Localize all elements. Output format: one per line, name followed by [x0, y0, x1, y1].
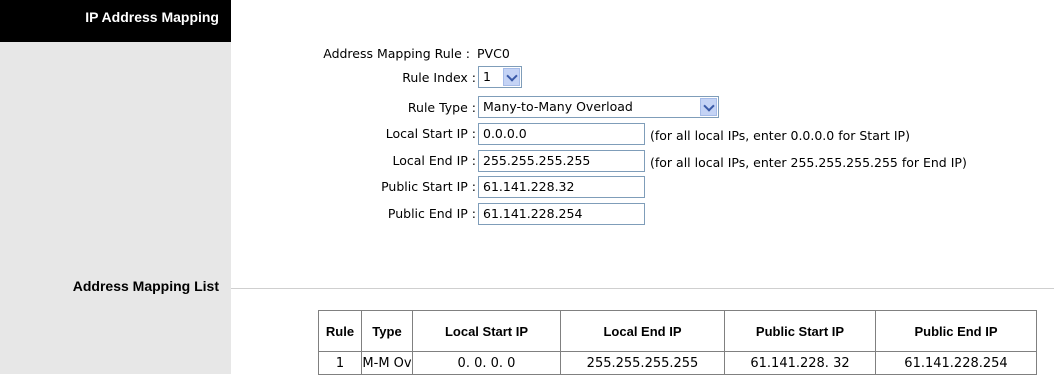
cell-local-start-ip: 0. 0. 0. 0 — [412, 351, 561, 375]
local-start-ip-field[interactable]: 0.0.0.0 — [478, 123, 645, 145]
rule-type-value: Many-to-Many Overload — [483, 99, 633, 114]
table-header-row: Rule Type Local Start IP Local End IP Pu… — [318, 310, 1037, 352]
col-header-public-start-ip: Public Start IP — [724, 310, 876, 352]
public-end-ip-label: Public End IP : — [387, 206, 476, 221]
sidebar: IP Address Mapping Address Mapping List — [0, 0, 231, 374]
section-title: IP Address Mapping — [85, 9, 219, 25]
local-start-ip-label: Local Start IP : — [385, 126, 476, 141]
cell-public-start-ip: 61.141.228. 32 — [724, 351, 876, 375]
public-start-ip-field[interactable]: 61.141.228.32 — [478, 176, 645, 198]
local-start-ip-hint: (for all local IPs, enter 0.0.0.0 for St… — [650, 128, 910, 143]
rule-type-select[interactable]: Many-to-Many Overload — [478, 96, 719, 118]
col-header-local-end-ip: Local End IP — [560, 310, 725, 352]
col-header-local-start-ip: Local Start IP — [412, 310, 561, 352]
cell-public-end-ip: 61.141.228.254 — [875, 351, 1037, 375]
rule-type-label: Rule Type : — [407, 100, 476, 115]
local-end-ip-hint: (for all local IPs, enter 255.255.255.25… — [650, 155, 967, 170]
cell-type: M-M Ov — [361, 351, 413, 375]
col-header-public-end-ip: Public End IP — [875, 310, 1037, 352]
mapping-rule-label: Address Mapping Rule : — [323, 46, 470, 61]
chevron-down-icon[interactable] — [700, 98, 717, 116]
mapping-list-table: Rule Type Local Start IP Local End IP Pu… — [318, 310, 1037, 375]
rule-index-value: 1 — [483, 69, 491, 84]
local-end-ip-field[interactable]: 255.255.255.255 — [478, 150, 645, 172]
cell-rule: 1 — [318, 351, 362, 375]
public-start-ip-label: Public Start IP : — [381, 179, 476, 194]
divider — [231, 288, 1054, 289]
list-heading: Address Mapping List — [72, 278, 219, 294]
rule-index-label: Rule Index : — [402, 70, 476, 85]
public-end-ip-field[interactable]: 61.141.228.254 — [478, 203, 645, 225]
table-row: 1 M-M Ov 0. 0. 0. 0 255.255.255.255 61.1… — [318, 351, 1037, 375]
col-header-rule: Rule — [318, 310, 362, 352]
rule-index-select[interactable]: 1 — [478, 66, 522, 88]
chevron-down-icon[interactable] — [503, 68, 520, 86]
local-end-ip-label: Local End IP : — [392, 153, 476, 168]
col-header-type: Type — [361, 310, 413, 352]
cell-local-end-ip: 255.255.255.255 — [560, 351, 725, 375]
mapping-rule-value: PVC0 — [477, 46, 510, 61]
sidebar-header: IP Address Mapping — [0, 0, 231, 42]
